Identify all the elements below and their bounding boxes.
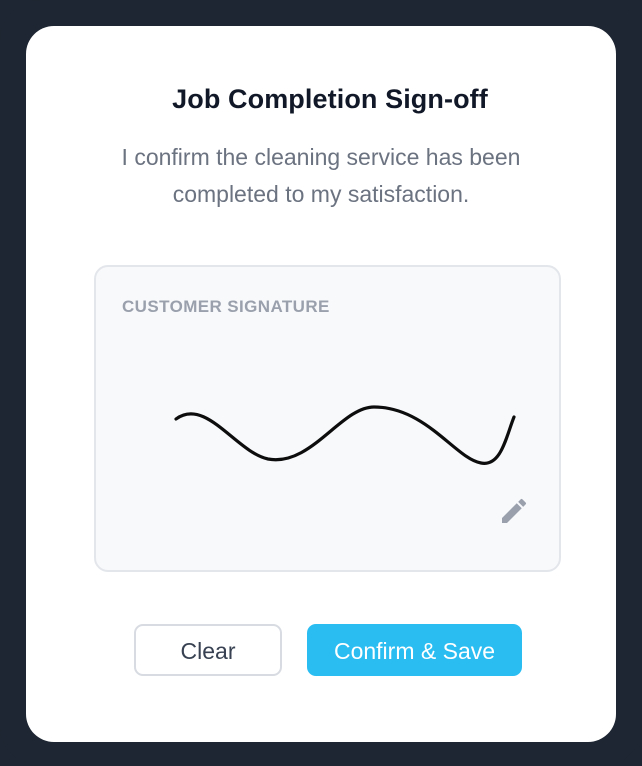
pencil-icon[interactable] [498,495,530,527]
confirm-save-button[interactable]: Confirm & Save [307,624,522,676]
signature-stroke [174,405,516,465]
dialog-description: I confirm the cleaning service has been … [121,144,521,207]
device-frame: Job Completion Sign-off I confirm the cl… [0,0,642,766]
signoff-dialog: Job Completion Sign-off I confirm the cl… [26,26,616,742]
clear-button[interactable]: Clear [134,624,282,676]
dialog-title: Job Completion Sign-off [172,84,488,114]
signature-pad[interactable]: CUSTOMER SIGNATURE [94,265,561,572]
